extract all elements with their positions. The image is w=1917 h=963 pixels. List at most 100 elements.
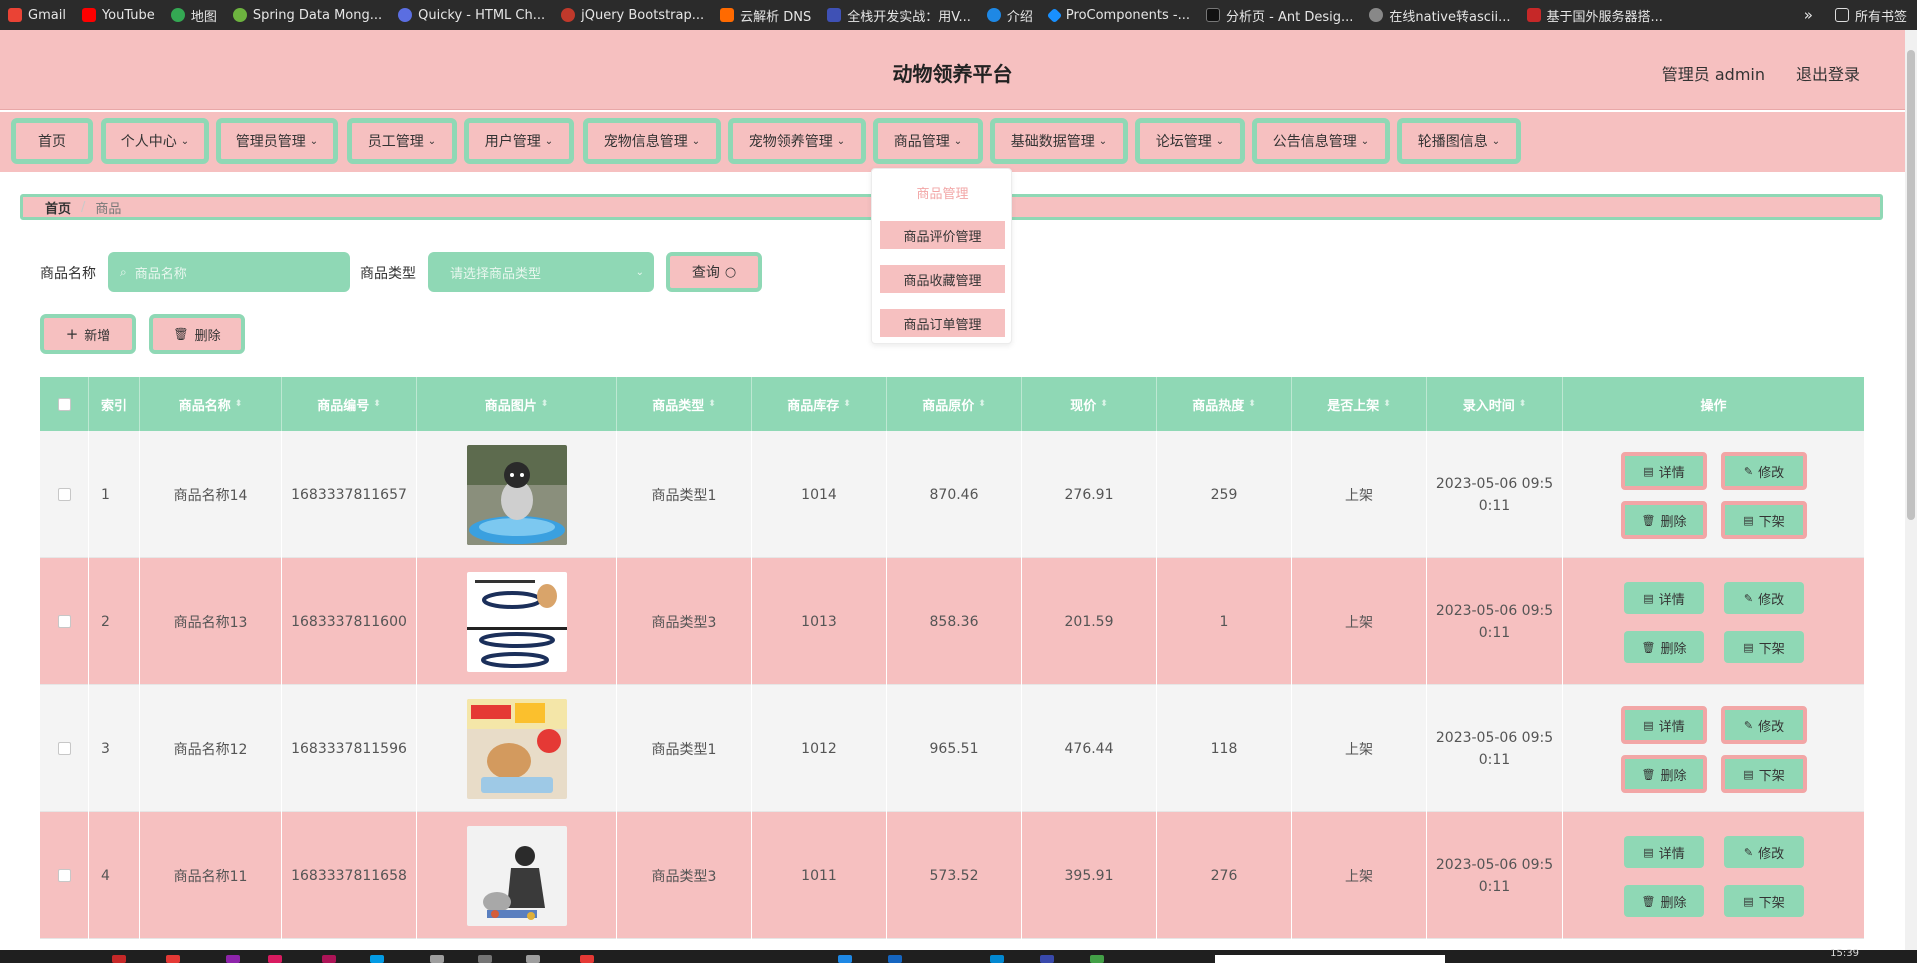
delete-button[interactable]: 🗑 删除 — [1621, 501, 1707, 539]
nav-item-profile[interactable]: 个人中心 ⌄ — [101, 118, 209, 164]
offshelf-button[interactable]: ▤ 下架 — [1724, 631, 1804, 663]
nav-item-notice[interactable]: 公告信息管理 ⌄ — [1252, 118, 1390, 164]
sort-icon[interactable]: ⬍ — [373, 399, 381, 409]
sort-icon[interactable]: ⬍ — [235, 399, 243, 409]
scrollbar-thumb[interactable] — [1907, 50, 1915, 520]
offshelf-button[interactable]: ▤ 下架 — [1721, 501, 1807, 539]
column-header-code[interactable]: 商品编号 ⬍ — [282, 377, 417, 431]
nav-item-users[interactable]: 用户管理 ⌄ — [464, 118, 574, 164]
menu-item-goods-manage[interactable]: 商品管理 — [880, 175, 1005, 209]
goods-name-input[interactable]: ⌕ 商品名称 — [108, 252, 350, 292]
page-scrollbar[interactable] — [1905, 30, 1917, 950]
edit-button[interactable]: ✎ 修改 — [1721, 452, 1807, 490]
bookmark-gmail[interactable]: Gmail — [8, 8, 66, 23]
taskbar-app-icon[interactable] — [1090, 955, 1104, 963]
taskbar-app-icon[interactable] — [112, 955, 126, 963]
sort-icon[interactable]: ⬍ — [1519, 399, 1527, 409]
batch-delete-button[interactable]: 🗑 删除 — [149, 314, 245, 354]
edit-button[interactable]: ✎ 修改 — [1724, 582, 1804, 614]
nav-item-staff[interactable]: 员工管理 ⌄ — [347, 118, 457, 164]
delete-button[interactable]: 🗑 删除 — [1621, 755, 1707, 793]
row-checkbox[interactable] — [57, 742, 71, 755]
taskbar-app-icon[interactable] — [838, 955, 852, 963]
nav-item-forum[interactable]: 论坛管理 ⌄ — [1135, 118, 1245, 164]
menu-item-goods-order[interactable]: 商品订单管理 — [880, 306, 1005, 340]
offshelf-button[interactable]: ▤ 下架 — [1724, 885, 1804, 917]
bookmark-procomponents[interactable]: ProComponents -... — [1046, 7, 1190, 23]
detail-button[interactable]: ▤ 详情 — [1624, 582, 1704, 614]
menu-item-goods-review[interactable]: 商品评价管理 — [880, 218, 1005, 252]
bookmark-quicky[interactable]: Quicky - HTML Ch... — [398, 8, 545, 23]
sort-icon[interactable]: ⬍ — [843, 399, 851, 409]
taskbar-app-icon[interactable] — [478, 955, 492, 963]
bookmark-fullstack[interactable]: 全栈开发实战：用V... — [827, 6, 971, 25]
sort-icon[interactable]: ⬍ — [1248, 399, 1256, 409]
column-header-name[interactable]: 商品名称 ⬍ — [140, 377, 282, 431]
nav-item-pet-info[interactable]: 宠物信息管理 ⌄ — [583, 118, 721, 164]
bookmark-spring-data[interactable]: Spring Data Mong... — [232, 8, 382, 23]
taskbar-app-icon[interactable] — [430, 955, 444, 963]
detail-button[interactable]: ▤ 详情 — [1624, 836, 1704, 868]
column-header-on-sale[interactable]: 是否上架 ⬍ — [1292, 377, 1427, 431]
taskbar-app-icon[interactable] — [888, 955, 902, 963]
row-checkbox[interactable] — [57, 869, 71, 882]
taskbar-app-icon[interactable] — [370, 955, 384, 963]
goods-image[interactable] — [466, 444, 567, 545]
menu-item-goods-favorite[interactable]: 商品收藏管理 — [880, 262, 1005, 296]
bookmark-ant-design[interactable]: 分析页 - Ant Desig... — [1206, 6, 1353, 25]
bookmark-youtube[interactable]: YouTube — [81, 8, 155, 23]
nav-item-admins[interactable]: 管理员管理 ⌄ — [216, 118, 338, 164]
query-button[interactable]: 查询 ○ — [666, 252, 762, 292]
select-all-checkbox[interactable] — [57, 397, 71, 411]
goods-image[interactable] — [466, 825, 567, 926]
nav-item-goods[interactable]: 商品管理 ⌄ — [873, 118, 983, 164]
taskbar-app-icon[interactable] — [990, 955, 1004, 963]
column-header-stock[interactable]: 商品库存 ⬍ — [752, 377, 887, 431]
offshelf-button[interactable]: ▤ 下架 — [1721, 755, 1807, 793]
add-button[interactable]: + 新增 — [40, 314, 136, 354]
taskbar-app-icon[interactable] — [580, 955, 594, 963]
logout-link[interactable]: 退出登录 — [1796, 61, 1860, 85]
bookmark-native-ascii[interactable]: 在线native转ascii... — [1369, 6, 1511, 25]
bookmark-server[interactable]: 基于国外服务器搭... — [1526, 6, 1663, 25]
column-header-original-price[interactable]: 商品原价 ⬍ — [887, 377, 1022, 431]
taskbar-app-icon[interactable] — [268, 955, 282, 963]
nav-item-pet-adoption[interactable]: 宠物领养管理 ⌄ — [728, 118, 866, 164]
sort-icon[interactable]: ⬍ — [1100, 399, 1108, 409]
nav-item-carousel[interactable]: 轮播图信息 ⌄ — [1397, 118, 1521, 164]
delete-button[interactable]: 🗑 删除 — [1624, 885, 1704, 917]
column-header-time[interactable]: 录入时间 ⬍ — [1427, 377, 1563, 431]
column-header-heat[interactable]: 商品热度 ⬍ — [1157, 377, 1292, 431]
taskbar-app-icon[interactable] — [1040, 955, 1054, 963]
bookmarks-overflow-button[interactable]: » — [1804, 6, 1813, 24]
sort-icon[interactable]: ⬍ — [541, 399, 549, 409]
nav-item-home[interactable]: 首页 — [11, 118, 93, 164]
edit-button[interactable]: ✎ 修改 — [1724, 836, 1804, 868]
column-header-price[interactable]: 现价 ⬍ — [1022, 377, 1157, 431]
breadcrumb-home[interactable]: 首页 — [45, 198, 71, 217]
sort-icon[interactable]: ⬍ — [978, 399, 986, 409]
taskbar-app-icon[interactable] — [322, 955, 336, 963]
nav-item-base-data[interactable]: 基础数据管理 ⌄ — [990, 118, 1128, 164]
column-header-type[interactable]: 商品类型 ⬍ — [617, 377, 752, 431]
taskbar-search-field[interactable] — [1215, 955, 1445, 963]
row-checkbox[interactable] — [57, 488, 71, 501]
column-header-image[interactable]: 商品图片 ⬍ — [417, 377, 617, 431]
all-bookmarks-link[interactable]: 所有书签 — [1855, 6, 1907, 25]
taskbar-app-icon[interactable] — [226, 955, 240, 963]
goods-type-select[interactable]: 请选择商品类型 ⌄ — [428, 252, 654, 292]
sort-icon[interactable]: ⬍ — [1383, 399, 1391, 409]
bookmark-dns[interactable]: 云解析 DNS — [720, 6, 811, 25]
taskbar-app-icon[interactable] — [166, 955, 180, 963]
detail-button[interactable]: ▤ 详情 — [1621, 706, 1707, 744]
goods-image[interactable] — [466, 571, 567, 672]
bookmark-jquery-bootstrap[interactable]: jQuery Bootstrap... — [561, 8, 704, 23]
delete-button[interactable]: 🗑 删除 — [1624, 631, 1704, 663]
detail-button[interactable]: ▤ 详情 — [1621, 452, 1707, 490]
bookmark-intro[interactable]: 介绍 — [986, 6, 1033, 25]
goods-image[interactable] — [466, 698, 567, 799]
edit-button[interactable]: ✎ 修改 — [1721, 706, 1807, 744]
taskbar-app-icon[interactable] — [526, 955, 540, 963]
bookmark-maps[interactable]: 地图 — [170, 6, 217, 25]
row-checkbox[interactable] — [57, 615, 71, 628]
